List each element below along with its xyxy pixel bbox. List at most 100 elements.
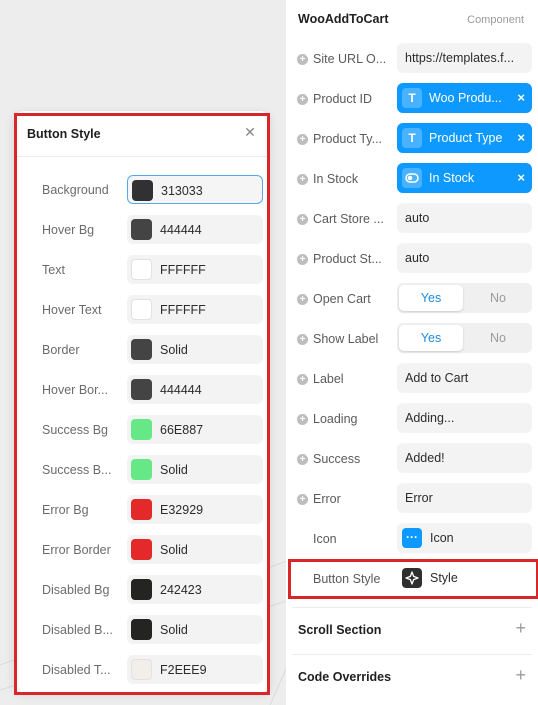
prop-label: Product St... — [313, 252, 382, 266]
style-label: Text — [42, 263, 65, 277]
show-label-no[interactable]: No — [466, 325, 530, 351]
scroll-section[interactable]: Scroll Section + — [292, 607, 532, 653]
color-field[interactable]: 242423 — [127, 575, 263, 604]
style-label: Success Bg — [42, 423, 109, 437]
open-cart-no[interactable]: No — [466, 285, 530, 311]
label-input[interactable]: Add to Cart — [397, 363, 532, 393]
prop-value: Error — [405, 491, 433, 505]
style-label: Hover Text — [42, 303, 102, 317]
color-swatch[interactable] — [131, 339, 152, 360]
toggle-variable-icon — [402, 168, 422, 188]
color-field[interactable]: Solid — [127, 615, 263, 644]
color-value: FFFFFF — [160, 263, 206, 277]
add-variable-icon[interactable]: + — [297, 54, 308, 65]
color-swatch[interactable] — [131, 459, 152, 480]
button-style-popover: Button Style ✕ Background 313033 Hover Bg 4… — [14, 111, 270, 693]
color-field[interactable]: Solid — [127, 455, 263, 484]
color-value: Solid — [160, 463, 188, 477]
token-text: Woo Produ... — [429, 91, 502, 105]
product-id-field[interactable]: T Woo Produ... × — [397, 83, 532, 113]
add-variable-icon[interactable]: + — [297, 134, 308, 145]
cart-store-input[interactable]: auto — [397, 203, 532, 233]
color-swatch[interactable] — [131, 619, 152, 640]
add-variable-icon[interactable]: + — [297, 214, 308, 225]
prop-value: Added! — [405, 451, 445, 465]
color-value: 242423 — [160, 583, 202, 597]
icon-value: Icon — [430, 531, 454, 545]
color-field[interactable]: 313033 — [127, 175, 263, 204]
style-row: Hover Bg 444444 — [14, 211, 270, 251]
color-swatch[interactable] — [131, 499, 152, 520]
style-row: Error Border Solid — [14, 531, 270, 571]
loading-input[interactable]: Adding... — [397, 403, 532, 433]
text-variable-icon: T — [402, 128, 422, 148]
prop-label: Error — [313, 492, 341, 506]
prop-row-error: + Error Error — [286, 480, 538, 520]
prop-value: https://templates.f... — [405, 51, 515, 65]
popover-title: Button Style — [27, 127, 101, 141]
color-swatch[interactable] — [132, 180, 153, 201]
site-url-input[interactable]: https://templates.f... — [397, 43, 532, 73]
color-swatch[interactable] — [131, 659, 152, 680]
style-row: Hover Bor... 444444 — [14, 371, 270, 411]
add-variable-icon[interactable]: + — [297, 454, 308, 465]
color-value: FFFFFF — [160, 303, 206, 317]
color-value: Solid — [160, 623, 188, 637]
show-label-yes[interactable]: Yes — [399, 325, 463, 351]
success-input[interactable]: Added! — [397, 443, 532, 473]
close-icon[interactable]: × — [517, 170, 525, 185]
color-field[interactable]: Solid — [127, 535, 263, 564]
add-variable-icon[interactable]: + — [297, 374, 308, 385]
color-swatch[interactable] — [131, 539, 152, 560]
add-variable-icon[interactable]: + — [297, 174, 308, 185]
add-variable-icon[interactable]: + — [297, 414, 308, 425]
prop-label: Open Cart — [313, 292, 371, 306]
color-swatch[interactable] — [131, 299, 152, 320]
in-stock-field[interactable]: In Stock × — [397, 163, 532, 193]
style-label: Disabled B... — [42, 623, 113, 637]
code-overrides-section[interactable]: Code Overrides + — [292, 654, 532, 700]
product-st-input[interactable]: auto — [397, 243, 532, 273]
prop-row-show-label: + Show Label Yes No — [286, 320, 538, 360]
error-input[interactable]: Error — [397, 483, 532, 513]
close-icon[interactable]: ✕ — [242, 124, 258, 140]
color-swatch[interactable] — [131, 579, 152, 600]
color-field[interactable]: 66E887 — [127, 415, 263, 444]
color-field[interactable]: 444444 — [127, 375, 263, 404]
color-swatch[interactable] — [131, 219, 152, 240]
product-type-token[interactable]: T Product Type × — [397, 123, 532, 153]
color-value: Solid — [160, 543, 188, 557]
color-value: F2EEE9 — [160, 663, 207, 677]
color-swatch[interactable] — [131, 419, 152, 440]
add-variable-icon[interactable]: + — [297, 494, 308, 505]
plus-icon[interactable]: + — [515, 619, 526, 637]
plus-icon[interactable]: + — [515, 666, 526, 684]
color-value: 444444 — [160, 383, 202, 397]
color-field[interactable]: E32929 — [127, 495, 263, 524]
icon-picker[interactable]: ··· Icon — [397, 523, 532, 553]
component-type-label: Component — [467, 14, 524, 26]
in-stock-token[interactable]: In Stock × — [397, 163, 532, 193]
color-swatch[interactable] — [131, 379, 152, 400]
add-variable-icon[interactable]: + — [297, 94, 308, 105]
color-field[interactable]: Solid — [127, 335, 263, 364]
color-value: 444444 — [160, 223, 202, 237]
color-field[interactable]: F2EEE9 — [127, 655, 263, 684]
text-variable-icon: T — [402, 88, 422, 108]
color-field[interactable]: 444444 — [127, 215, 263, 244]
add-variable-icon[interactable]: + — [297, 254, 308, 265]
color-field[interactable]: FFFFFF — [127, 295, 263, 324]
style-label: Disabled Bg — [42, 583, 110, 597]
color-swatch[interactable] — [131, 259, 152, 280]
close-icon[interactable]: × — [517, 90, 525, 105]
open-cart-yes[interactable]: Yes — [399, 285, 463, 311]
add-variable-icon[interactable]: + — [297, 294, 308, 305]
close-icon[interactable]: × — [517, 130, 525, 145]
product-id-token[interactable]: T Woo Produ... × — [397, 83, 532, 113]
style-label: Error Bg — [42, 503, 89, 517]
color-field[interactable]: FFFFFF — [127, 255, 263, 284]
add-variable-icon[interactable]: + — [297, 334, 308, 345]
product-type-field[interactable]: T Product Type × — [397, 123, 532, 153]
prop-row-product-id: + Product ID T Woo Produ... × — [286, 80, 538, 120]
button-style-picker[interactable]: Style — [397, 563, 532, 593]
